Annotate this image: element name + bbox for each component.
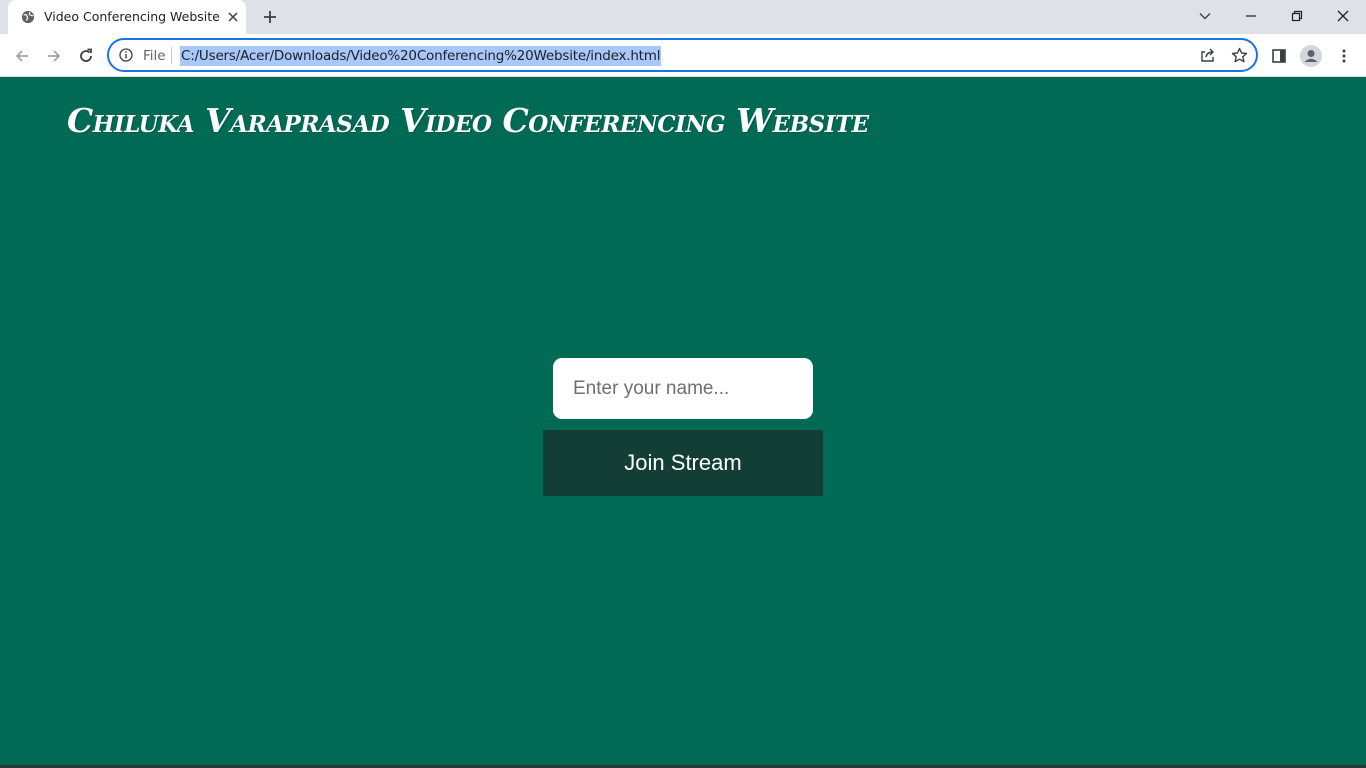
browser-tab-bar: Video Conferencing Website <box>0 0 1366 34</box>
minimize-button[interactable] <box>1228 0 1274 32</box>
restore-icon <box>1291 10 1303 22</box>
close-window-button[interactable] <box>1320 0 1366 32</box>
side-panel-button[interactable] <box>1265 42 1293 70</box>
info-icon[interactable] <box>119 48 133 62</box>
browser-tab[interactable]: Video Conferencing Website <box>8 0 246 34</box>
share-icon[interactable] <box>1199 47 1216 64</box>
url-scheme-label: File <box>143 48 166 64</box>
side-panel-icon <box>1272 49 1286 63</box>
divider <box>171 47 172 64</box>
url-text[interactable]: C:/Users/Acer/Downloads/Video%20Conferen… <box>180 46 662 66</box>
reload-button[interactable] <box>72 42 100 70</box>
arrow-right-icon <box>48 50 61 62</box>
join-stream-button[interactable]: Join Stream <box>543 430 823 496</box>
tab-title: Video Conferencing Website <box>44 9 220 24</box>
more-vertical-icon <box>1342 49 1346 63</box>
address-bar[interactable]: File C:/Users/Acer/Downloads/Video%20Con… <box>107 38 1258 72</box>
menu-button[interactable] <box>1330 42 1358 70</box>
bookmark-star-icon[interactable] <box>1231 47 1248 64</box>
forward-button[interactable] <box>40 42 68 70</box>
page-title: Chiluka Varaprasad Video Conferencing We… <box>67 101 869 140</box>
page-content: Chiluka Varaprasad Video Conferencing We… <box>0 77 1366 768</box>
tab-search-button[interactable] <box>1182 0 1228 32</box>
arrow-left-icon <box>15 50 28 62</box>
minimize-icon <box>1246 15 1256 17</box>
reload-icon <box>80 48 92 62</box>
new-tab-button[interactable] <box>259 6 281 28</box>
plus-icon <box>264 11 276 23</box>
profile-button[interactable] <box>1297 42 1325 70</box>
back-button[interactable] <box>8 42 36 70</box>
globe-icon <box>21 10 35 24</box>
browser-toolbar: File C:/Users/Acer/Downloads/Video%20Con… <box>0 34 1366 77</box>
avatar-icon <box>1300 45 1322 67</box>
close-icon <box>1337 10 1349 22</box>
close-tab-icon[interactable] <box>226 10 240 24</box>
restore-button[interactable] <box>1274 0 1320 32</box>
chevron-down-icon <box>1199 13 1211 20</box>
name-input[interactable] <box>553 358 813 419</box>
